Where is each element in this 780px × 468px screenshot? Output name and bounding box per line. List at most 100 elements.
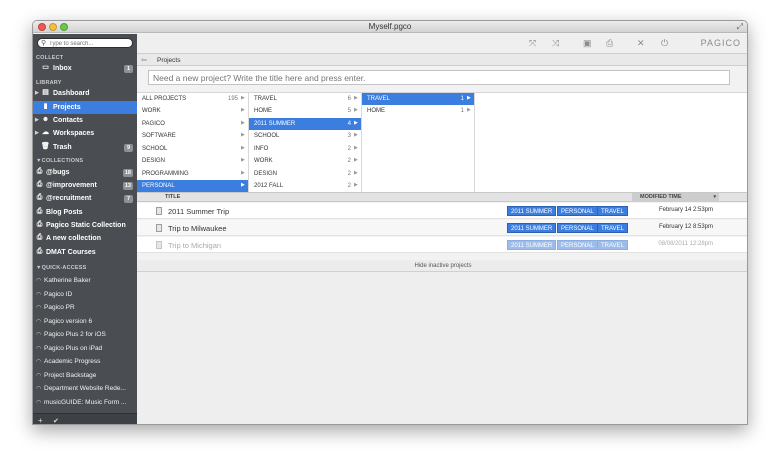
tag-badge[interactable]: PERSONAL (557, 206, 598, 216)
search-icon: ⚲ (41, 40, 47, 47)
quick-access-item[interactable]: ◠ Project Backstage (33, 369, 137, 382)
sidebar-item-collection[interactable]: ⎙ DMAT Courses (33, 246, 137, 259)
search-input[interactable] (49, 40, 129, 47)
category-row[interactable]: 2012 FALL 2 ▶ (249, 180, 361, 192)
sidebar-item-collection[interactable]: ⎙ A new collection (33, 232, 137, 245)
new-project-input[interactable] (148, 70, 730, 85)
title-bar: Myself.pgco ⤢ (33, 21, 747, 33)
sidebar-item-trash[interactable]: 🗑 Trash 9 (33, 141, 137, 154)
tag-badge[interactable]: TRAVEL (597, 223, 628, 233)
chevron-right-icon: ▶ (354, 107, 358, 113)
sidebar-item-label: Contacts (53, 117, 83, 124)
check-icon[interactable]: ✔ (53, 417, 59, 424)
category-name: 2011 SUMMER (254, 121, 296, 127)
sidebar-item-inbox[interactable]: ▭ Inbox 1 (33, 62, 137, 75)
category-row-selected[interactable]: PERSONAL ▶ (137, 180, 248, 192)
modified-time-column-header[interactable]: MODIFIED TIME ▾ (632, 193, 719, 202)
tools-icon[interactable]: ✕ (637, 38, 645, 49)
sidebar: ⚲ COLLECT ▭ Inbox 1 LIBRARY ▶ ▤ Dashboar… (33, 34, 137, 424)
add-icon[interactable]: + (38, 416, 43, 424)
chevron-right-icon: ▶ (354, 120, 358, 126)
sidebar-item-collection[interactable]: ⎙ @recruitment 7 (33, 192, 137, 205)
tag-badge[interactable]: 2011 SUMMER (507, 206, 557, 216)
category-name: SCHOOL (254, 133, 280, 139)
sidebar-item-collection[interactable]: ⎙ Blog Posts (33, 206, 137, 219)
quick-access-item[interactable]: ◠ Academic Progress (33, 355, 137, 368)
quick-access-label: Pagico PR (44, 304, 75, 311)
chevron-right-icon: ▶ (354, 132, 358, 138)
category-row[interactable]: SCHOOL ▶ (137, 143, 248, 155)
chevron-right-icon: ▶ (467, 95, 471, 101)
quick-access-header[interactable]: ▼QUICK-ACCESS (36, 265, 87, 271)
category-row[interactable]: ALL PROJECTS 195 ▶ (137, 93, 248, 105)
category-row-selected[interactable]: TRAVEL 1 ▶ (362, 93, 474, 105)
sidebar-item-collection[interactable]: ⎙ @improvement 13 (33, 179, 137, 192)
tag-badge[interactable]: PERSONAL (557, 223, 598, 233)
tag-badge[interactable]: 2011 SUMMER (507, 240, 557, 250)
archive-icon[interactable]: ▣ (583, 38, 592, 49)
category-row[interactable]: HOME 5 ▶ (249, 105, 361, 117)
category-row[interactable]: WORK 2 ▶ (249, 155, 361, 167)
collections-header[interactable]: ▼COLLECTIONS (36, 158, 83, 164)
tag-badge[interactable]: PERSONAL (557, 240, 598, 250)
disclosure-icon[interactable]: ▶ (35, 90, 39, 96)
category-name: SOFTWARE (142, 133, 176, 139)
sidebar-item-collection[interactable]: ⎙ @bugs 18 (33, 166, 137, 179)
quick-access-label: Pagico Plus on iPad (44, 345, 103, 352)
search-box[interactable]: ⚲ (37, 38, 133, 48)
quick-access-item[interactable]: ◠ Pagico PR (33, 301, 137, 314)
category-row[interactable]: DESIGN 2 ▶ (249, 168, 361, 180)
category-row[interactable]: PROGRAMMING ▶ (137, 168, 248, 180)
quick-access-item[interactable]: ◠ Katherine Baker (33, 274, 137, 287)
quick-access-item[interactable]: ◠ Pagico Plus on iPad (33, 342, 137, 355)
title-column-header[interactable]: TITLE (165, 194, 180, 200)
disclosure-icon[interactable]: ▶ (35, 130, 39, 136)
quick-access-item[interactable]: ◠ musicGUIDE: Music Form ... (33, 396, 137, 409)
category-row[interactable]: SOFTWARE ▶ (137, 130, 248, 142)
chevron-right-icon: ▶ (354, 145, 358, 151)
sidebar-item-dashboard[interactable]: ▶ ▤ Dashboard (33, 87, 137, 100)
category-row[interactable]: INFO 2 ▶ (249, 143, 361, 155)
category-name: HOME (367, 108, 385, 114)
quick-access-item[interactable]: ◠ Pagico ID (33, 288, 137, 301)
chevron-right-icon: ▶ (241, 170, 245, 176)
table-row-inactive[interactable]: Trip to Michigan 2011 SUMMER PERSONAL TR… (137, 237, 747, 253)
category-count: 1 (460, 108, 464, 114)
sidebar-item-collection[interactable]: ⎙ Pagico Static Collection (33, 219, 137, 232)
sidebar-item-contacts[interactable]: ▶ ☻ Contacts (33, 114, 137, 127)
quick-access-item[interactable]: ◠ Department Website Rede... (33, 382, 137, 395)
fullscreen-icon[interactable]: ⤢ (737, 22, 743, 32)
category-row[interactable]: WORK ▶ (137, 105, 248, 117)
category-row[interactable]: PAGICO ▶ (137, 118, 248, 130)
category-row[interactable]: SCHOOL 3 ▶ (249, 130, 361, 142)
chevron-right-icon: ▶ (241, 107, 245, 113)
wifi-icon: ◠ (36, 278, 42, 284)
table-row[interactable]: Trip to Milwaukee 2011 SUMMER PERSONAL T… (137, 220, 747, 236)
wifi-icon: ◠ (36, 292, 42, 298)
category-row-selected[interactable]: 2011 SUMMER 4 ▶ (249, 118, 361, 130)
table-row[interactable]: 2011 Summer Trip 2011 SUMMER PERSONAL TR… (137, 203, 747, 219)
disclosure-icon[interactable]: ▶ (35, 117, 39, 123)
expand-icon[interactable]: ⤧ (529, 38, 536, 49)
collapse-icon[interactable]: ⤨ (552, 38, 559, 49)
quick-access-item[interactable]: ◠ Pagico Plus 2 for iOS (33, 328, 137, 341)
window-title: Myself.pgco (368, 22, 412, 31)
tag-badge[interactable]: TRAVEL (597, 206, 628, 216)
category-row[interactable]: HOME 1 ▶ (362, 105, 474, 117)
quick-access-item[interactable]: ◠ Pagico version 6 (33, 315, 137, 328)
sidebar-item-label: @improvement (46, 182, 97, 189)
sidebar-item-workspaces[interactable]: ▶ ☁ Workspaces (33, 127, 137, 140)
tag-badge[interactable]: TRAVEL (597, 240, 628, 250)
table-header: TITLE MODIFIED TIME ▾ (137, 192, 747, 202)
collection-icon: ⎙ (36, 194, 43, 201)
hide-inactive-projects-button[interactable]: Hide inactive projects (137, 260, 747, 272)
back-arrow-icon[interactable]: ⇦ (141, 56, 147, 64)
print-icon[interactable]: ⎙ (606, 38, 613, 49)
sidebar-item-projects[interactable]: ▮ Projects (33, 101, 137, 114)
project-title: 2011 Summer Trip (168, 207, 230, 216)
category-row[interactable]: TRAVEL 6 ▶ (249, 93, 361, 105)
chevron-right-icon: ▶ (241, 132, 245, 138)
tag-badge[interactable]: 2011 SUMMER (507, 223, 557, 233)
power-icon[interactable]: ⏻ (661, 38, 668, 49)
category-row[interactable]: DESIGN ▶ (137, 155, 248, 167)
